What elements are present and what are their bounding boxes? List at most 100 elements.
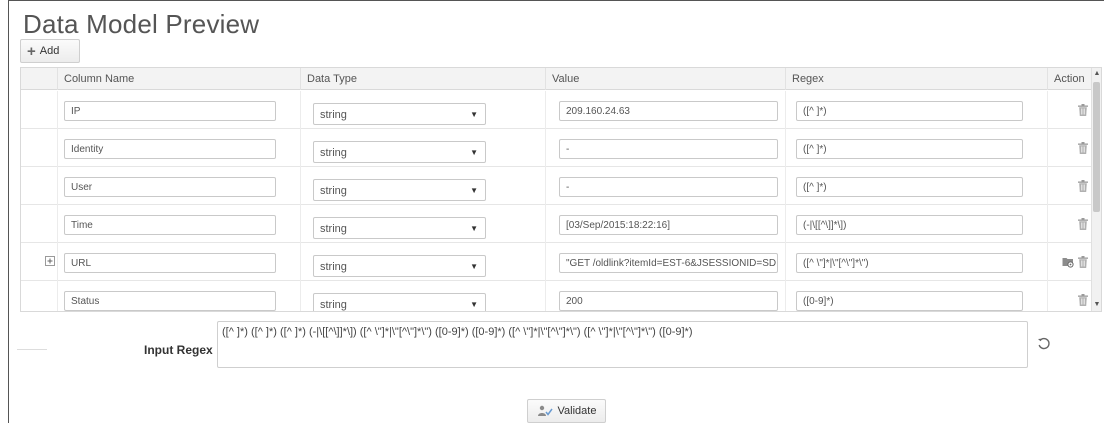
regex-input[interactable] xyxy=(796,177,1023,197)
chevron-down-icon: ▼ xyxy=(470,224,478,233)
cell-action xyxy=(1047,167,1093,205)
cell-data-type: string ▼ xyxy=(300,281,545,311)
header-value: Value xyxy=(545,68,785,90)
data-type-value: string xyxy=(320,147,347,159)
regex-input[interactable] xyxy=(796,139,1023,159)
cell-value xyxy=(545,91,785,129)
column-name-input[interactable] xyxy=(64,139,276,159)
column-name-input[interactable] xyxy=(64,253,276,273)
column-name-input[interactable] xyxy=(64,291,276,311)
data-type-value: string xyxy=(320,185,347,197)
cell-column-name xyxy=(57,91,300,129)
cell-regex xyxy=(785,91,1047,129)
add-button-label: Add xyxy=(39,45,60,57)
regex-input[interactable] xyxy=(796,101,1023,121)
regex-input[interactable] xyxy=(796,253,1023,273)
cell-value xyxy=(545,205,785,243)
validate-button[interactable]: Validate xyxy=(527,399,606,423)
cell-value xyxy=(545,167,785,205)
column-name-input[interactable] xyxy=(64,177,276,197)
trash-icon[interactable] xyxy=(1078,180,1088,192)
cell-column-name xyxy=(57,243,300,281)
grid-scrollbar[interactable]: ▲ ▼ xyxy=(1091,68,1101,311)
scrollbar-thumb[interactable] xyxy=(1093,82,1100,212)
scroll-down-arrow-icon[interactable]: ▼ xyxy=(1092,299,1101,311)
value-input[interactable] xyxy=(559,215,778,235)
grid-header: Column Name Data Type Value Regex Action xyxy=(21,68,1093,90)
divider xyxy=(17,349,47,350)
trash-icon[interactable] xyxy=(1078,218,1088,230)
folder-settings-icon[interactable] xyxy=(1062,256,1074,268)
page-title: Data Model Preview xyxy=(23,9,260,39)
data-type-select[interactable]: string ▼ xyxy=(313,293,486,311)
cell-regex xyxy=(785,167,1047,205)
data-model-grid: Column Name Data Type Value Regex Action… xyxy=(20,67,1102,312)
cell-value xyxy=(545,281,785,311)
cell-action xyxy=(1047,281,1093,311)
data-type-select[interactable]: string ▼ xyxy=(313,141,486,163)
validate-icon xyxy=(537,405,553,416)
data-type-select[interactable]: string ▼ xyxy=(313,217,486,239)
input-regex-field[interactable]: ([^ ]*) ([^ ]*) ([^ ]*) (-|\[[^\]]*\]) (… xyxy=(217,321,1028,368)
data-type-value: string xyxy=(320,109,347,121)
data-type-select[interactable]: string ▼ xyxy=(313,103,486,125)
expand-icon[interactable] xyxy=(45,256,55,266)
plus-icon: + xyxy=(27,42,36,60)
cell-column-name xyxy=(57,281,300,311)
cell-data-type: string ▼ xyxy=(300,205,545,243)
data-type-value: string xyxy=(320,223,347,235)
data-type-value: string xyxy=(320,299,347,311)
chevron-down-icon: ▼ xyxy=(470,300,478,309)
header-column-name: Column Name xyxy=(57,68,300,90)
cell-regex xyxy=(785,205,1047,243)
header-data-type: Data Type xyxy=(300,68,545,90)
reset-icon[interactable] xyxy=(1037,337,1051,351)
cell-regex xyxy=(785,129,1047,167)
regex-input[interactable] xyxy=(796,291,1023,311)
cell-action xyxy=(1047,205,1093,243)
chevron-down-icon: ▼ xyxy=(470,262,478,271)
table-row: string ▼ xyxy=(21,205,1093,243)
data-type-select[interactable]: string ▼ xyxy=(313,179,486,201)
cell-data-type: string ▼ xyxy=(300,243,545,281)
cell-action xyxy=(1047,91,1093,129)
validate-button-label: Validate xyxy=(557,405,597,417)
header-regex: Regex xyxy=(785,68,1047,90)
value-input[interactable] xyxy=(559,139,778,159)
data-type-value: string xyxy=(320,261,347,273)
header-action: Action xyxy=(1047,68,1093,90)
cell-data-type: string ▼ xyxy=(300,129,545,167)
add-button[interactable]: + Add xyxy=(20,39,80,63)
column-name-input[interactable] xyxy=(64,215,276,235)
value-input[interactable] xyxy=(559,177,778,197)
table-row: string ▼ xyxy=(21,281,1093,311)
cell-column-name xyxy=(57,129,300,167)
cell-regex xyxy=(785,243,1047,281)
value-input[interactable] xyxy=(559,253,778,273)
value-input[interactable] xyxy=(559,291,778,311)
column-name-input[interactable] xyxy=(64,101,276,121)
cell-action xyxy=(1047,243,1093,281)
chevron-down-icon: ▼ xyxy=(470,148,478,157)
scroll-up-arrow-icon[interactable]: ▲ xyxy=(1092,68,1101,80)
chevron-down-icon: ▼ xyxy=(470,186,478,195)
input-regex-label: Input Regex xyxy=(144,343,213,357)
table-row: string ▼ xyxy=(21,167,1093,205)
regex-input[interactable] xyxy=(796,215,1023,235)
cell-regex xyxy=(785,281,1047,311)
cell-action xyxy=(1047,129,1093,167)
data-type-select[interactable]: string ▼ xyxy=(313,255,486,277)
value-input[interactable] xyxy=(559,101,778,121)
cell-column-name xyxy=(57,205,300,243)
cell-column-name xyxy=(57,167,300,205)
trash-icon[interactable] xyxy=(1078,256,1088,268)
data-model-preview-panel: Data Model Preview + Add Column Name Dat… xyxy=(8,0,1104,423)
chevron-down-icon: ▼ xyxy=(470,110,478,119)
trash-icon[interactable] xyxy=(1078,142,1088,154)
cell-data-type: string ▼ xyxy=(300,91,545,129)
trash-icon[interactable] xyxy=(1078,104,1088,116)
cell-value xyxy=(545,129,785,167)
trash-icon[interactable] xyxy=(1078,294,1088,306)
table-row: string ▼ xyxy=(21,129,1093,167)
table-row: string ▼ xyxy=(21,243,1093,281)
